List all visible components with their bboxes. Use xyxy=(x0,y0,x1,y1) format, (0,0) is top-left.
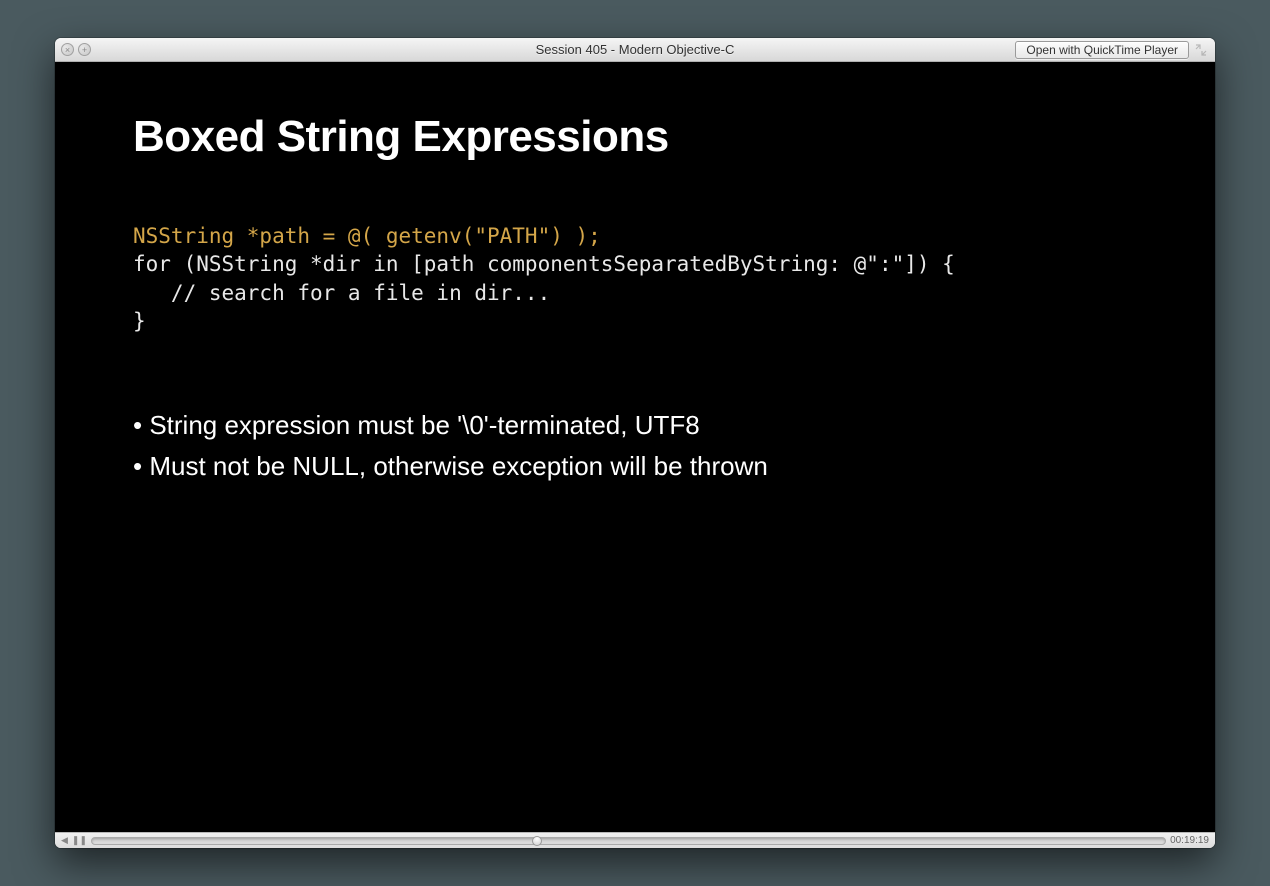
expand-icon[interactable] xyxy=(1193,42,1209,58)
bullet-list: String expression must be '\0'-terminate… xyxy=(133,405,1137,486)
code-line-3: // search for a file in dir... xyxy=(133,281,550,305)
time-display: 00:19:19 xyxy=(1170,835,1209,846)
add-button[interactable]: + xyxy=(78,43,91,56)
bullet-item-1: String expression must be '\0'-terminate… xyxy=(133,405,1137,445)
code-line-4: } xyxy=(133,309,146,333)
progress-bar[interactable] xyxy=(91,837,1166,845)
code-block: NSString *path = @( getenv("PATH") ); fo… xyxy=(133,222,1137,335)
slide-title: Boxed String Expressions xyxy=(133,112,1137,162)
playback-footer: ◀ ❚❚ 00:19:19 xyxy=(55,832,1215,848)
close-button[interactable]: × xyxy=(61,43,74,56)
traffic-lights: × + xyxy=(61,43,91,56)
player-window: × + Session 405 - Modern Objective-C Ope… xyxy=(55,38,1215,848)
volume-icon[interactable]: ◀ xyxy=(61,835,68,846)
code-line-1: NSString *path = @( getenv("PATH") ); xyxy=(133,224,601,248)
pause-icon[interactable]: ❚❚ xyxy=(72,835,87,846)
code-line-2: for (NSString *dir in [path componentsSe… xyxy=(133,252,955,276)
bullet-item-2: Must not be NULL, otherwise exception wi… xyxy=(133,446,1137,486)
playback-controls: ◀ ❚❚ xyxy=(61,835,87,846)
window-titlebar[interactable]: × + Session 405 - Modern Objective-C Ope… xyxy=(55,38,1215,62)
slide-content[interactable]: Boxed String Expressions NSString *path … xyxy=(55,62,1215,832)
progress-handle[interactable] xyxy=(530,833,544,847)
open-with-quicktime-button[interactable]: Open with QuickTime Player xyxy=(1015,41,1189,59)
header-buttons: Open with QuickTime Player xyxy=(1015,41,1209,59)
